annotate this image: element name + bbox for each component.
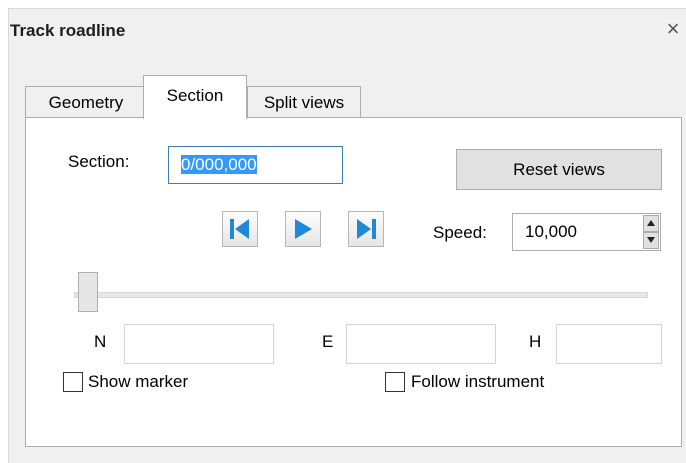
- speed-decrement-button[interactable]: [643, 232, 659, 249]
- chevron-up-icon: [647, 220, 655, 226]
- section-value: 0/000,000: [181, 155, 257, 174]
- h-label: H: [529, 332, 542, 351]
- section-slider-thumb[interactable]: [78, 272, 98, 312]
- skip-to-start-icon: [230, 219, 249, 239]
- n-label: N: [94, 332, 107, 351]
- tab-split-views[interactable]: Split views: [247, 86, 361, 118]
- chevron-down-icon: [647, 237, 655, 243]
- skip-to-start-button[interactable]: [222, 211, 258, 247]
- play-icon: [295, 219, 312, 239]
- speed-value: 10,000: [525, 222, 577, 241]
- tab-section[interactable]: Section: [143, 75, 247, 119]
- show-marker-checkbox[interactable]: [63, 372, 83, 392]
- show-marker-label: Show marker: [88, 372, 189, 391]
- reset-views-button[interactable]: Reset views: [456, 149, 662, 190]
- section-input[interactable]: 0/000,000: [168, 146, 343, 184]
- speed-increment-button[interactable]: [643, 215, 659, 232]
- skip-to-end-icon: [357, 219, 376, 239]
- dialog-title: Track roadline: [10, 21, 126, 40]
- speed-label: Speed:: [433, 223, 487, 242]
- speed-spinbox[interactable]: 10,000: [512, 213, 661, 251]
- section-slider-track[interactable]: [74, 292, 648, 298]
- section-tab-content: Section: 0/000,000 Reset views Speed: 10…: [25, 117, 682, 447]
- e-label: E: [322, 332, 334, 351]
- tab-geometry[interactable]: Geometry: [25, 86, 147, 118]
- close-button[interactable]: ×: [662, 16, 684, 42]
- n-coordinate-field[interactable]: [124, 324, 274, 364]
- play-button[interactable]: [285, 211, 321, 247]
- follow-instrument-label: Follow instrument: [411, 372, 545, 391]
- h-coordinate-field[interactable]: [556, 324, 662, 364]
- follow-instrument-checkbox[interactable]: [385, 372, 405, 392]
- e-coordinate-field[interactable]: [346, 324, 496, 364]
- skip-to-end-button[interactable]: [348, 211, 384, 247]
- section-label: Section:: [68, 152, 130, 171]
